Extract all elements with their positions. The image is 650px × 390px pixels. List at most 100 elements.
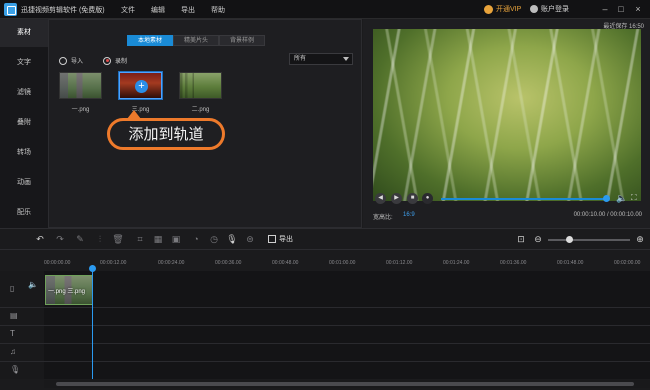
video-preview[interactable] [373,29,641,201]
redo-icon[interactable]: ↷ [54,233,66,245]
timeline-clip[interactable]: 一.png 三.png [45,275,93,305]
overlay-track[interactable] [44,308,650,325]
sidebar-item-transition[interactable]: 转场 [0,139,48,167]
tab-background[interactable]: 背景样例 [219,35,266,46]
login-label: 账户登录 [541,6,569,13]
timecode: 00:00:10.00 / 00:00:10.00 [573,212,642,218]
zoom-out-icon[interactable]: ⊖ [532,233,544,245]
split-icon[interactable]: ⫶ [94,233,106,245]
chevron-down-icon [343,57,349,61]
export-label: 导出 [279,236,293,243]
import-label: 导入 [71,59,84,65]
add-to-track-callout: 添加到轨道 [107,118,225,150]
edit-icon[interactable]: ✎ [74,233,86,245]
play-icon[interactable]: ▶ [391,193,402,204]
crop-icon[interactable]: ⌗ [134,233,146,245]
close-icon[interactable]: × [632,3,644,15]
media-filter-select[interactable]: 所有 [289,53,353,65]
add-to-track-icon[interactable]: + [135,80,148,93]
fit-timeline-icon[interactable]: ⊡ [515,233,527,245]
microphone-icon[interactable]: 🎙 [226,233,238,245]
video-track-icon: ▯ [10,284,15,293]
music-track[interactable] [44,344,650,361]
tick-label: 00:00:24.00 [158,260,185,266]
menu-export[interactable]: 导出 [181,5,195,15]
tick-label: 00:01:12.00 [386,260,413,266]
menu-help[interactable]: 帮助 [211,5,225,15]
tick-label: 00:01:24.00 [443,260,470,266]
sidebar-item-text[interactable]: 文字 [0,49,48,77]
timeline-scrollbar-thumb[interactable] [56,382,634,386]
text-track[interactable] [44,326,650,343]
voice-track-icon: 🎙 [10,365,21,374]
preview-panel: 最近保存 16:50 ◀ ▶ ■ ● 🔈 ⛶ 宽高比: 16:9 00:00:1… [363,19,650,228]
tab-local-material[interactable]: 本地素材 [127,35,174,46]
tick-label: 00:00:36.00 [215,260,242,266]
media-thumbnail[interactable] [59,72,102,99]
aspect-ratio-value[interactable]: 16:9 [403,212,415,218]
track-volume-icon[interactable]: 🔈 [28,280,38,289]
volume-icon[interactable]: 🔈 [616,193,627,204]
speed-icon[interactable]: ◔ [190,233,202,245]
tab-intro[interactable]: 精美片头 [173,35,220,46]
duration-icon[interactable]: ◷ [208,233,220,245]
sidebar-item-material[interactable]: 素材 [0,19,48,47]
zoom-slider-handle[interactable] [566,236,573,243]
tick-label: 00:00:12.00 [100,260,127,266]
menu-file[interactable]: 文件 [121,5,135,15]
import-button[interactable]: 导入 [59,56,83,65]
prev-frame-icon[interactable]: ◀ [375,193,386,204]
sidebar-item-filter[interactable]: 滤镜 [0,79,48,107]
freeze-icon[interactable]: ▣ [170,233,182,245]
app-title: 迅捷视频剪辑软件 (免费版) [21,7,105,14]
playhead[interactable] [92,265,93,379]
video-track[interactable] [44,271,650,307]
track-divider [0,343,650,344]
text-track-icon: T [10,329,15,338]
voice-track[interactable] [44,362,650,379]
left-sidebar: 素材 文字 滤镜 叠附 转场 动画 配乐 [0,19,48,228]
vip-crown-icon [484,4,493,14]
overlay-track-icon: ▤ [10,311,18,320]
sidebar-item-music[interactable]: 配乐 [0,199,48,227]
record-dot-icon[interactable]: ● [422,193,433,204]
record-button[interactable]: 录制 [103,56,127,65]
track-divider [0,325,650,326]
audio-settings-icon[interactable]: ⊜ [244,233,256,245]
sidebar-item-animation[interactable]: 动画 [0,169,48,197]
import-icon [59,56,67,65]
stop-icon[interactable]: ■ [407,193,418,204]
minimize-icon[interactable]: – [599,3,611,15]
media-thumbnail[interactable] [179,72,222,99]
login-button[interactable]: 账户登录 [530,4,569,14]
fullscreen-icon[interactable]: ⛶ [631,193,637,203]
tick-label: 00:01:48.00 [557,260,584,266]
export-button[interactable]: 导出 [268,234,293,244]
seek-handle[interactable] [603,195,610,202]
zoom-slider[interactable] [548,239,630,241]
tick-label: 00:01:36.00 [500,260,527,266]
tick-label: 00:01:00.00 [329,260,356,266]
sidebar-item-overlay[interactable]: 叠附 [0,109,48,137]
media-tabs: 本地素材 精美片头 背景样例 [127,35,266,46]
preview-seek-bar[interactable] [441,198,607,200]
delete-icon[interactable]: 🗑 [112,233,124,245]
media-thumbnail-selected[interactable]: + [119,72,162,99]
track-divider [0,307,650,308]
playhead-handle[interactable] [89,265,96,272]
timeline-ruler[interactable]: 00:00:00.00 00:00:12.00 00:00:24.00 00:0… [44,251,650,271]
vip-label: 开通VIP [496,6,522,13]
mosaic-icon[interactable]: ▦ [152,233,164,245]
user-icon [530,5,538,13]
thumbnail-label: 二.png [191,107,210,113]
maximize-icon[interactable]: □ [615,3,627,15]
menu-edit[interactable]: 编辑 [151,5,165,15]
tick-label: 00:00:00.00 [44,260,71,266]
media-panel: 本地素材 精美片头 背景样例 导入 录制 所有 一.png + 三.png 二.… [48,19,362,228]
tick-label: 00:02:00.00 [614,260,641,266]
track-divider [0,361,650,362]
undo-icon[interactable]: ↶ [34,233,46,245]
edit-toolbar: ↶ ↷ ✎ ⫶ 🗑 ⌗ ▦ ▣ ◔ ◷ 🎙 ⊜ 导出 ⊡ ⊖ ⊕ [0,228,650,250]
zoom-in-icon[interactable]: ⊕ [634,233,646,245]
vip-button[interactable]: 开通VIP [484,4,521,14]
